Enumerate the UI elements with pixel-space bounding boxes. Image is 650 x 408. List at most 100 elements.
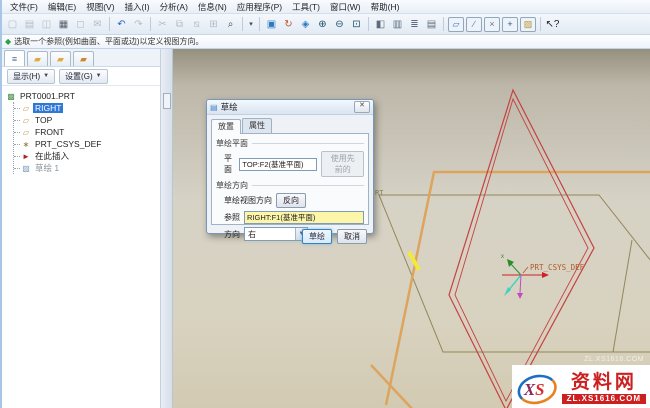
application-window: 文件(F)编辑(E)视图(V)插入(I)分析(A)信息(N)应用程序(P)工具(…	[0, 0, 650, 408]
paste-icon: ⧅	[189, 17, 204, 32]
tree-item[interactable]: ▨草绘 1	[14, 162, 160, 174]
watermark-logo-icon: XS	[516, 369, 558, 407]
menu-item[interactable]: 插入(I)	[120, 0, 155, 14]
watermark-url-small: ZL.XS1616.COM	[584, 356, 644, 363]
menu-item[interactable]: 工具(T)	[287, 0, 325, 14]
orientation-dropdown[interactable]: 右 ▼	[244, 227, 308, 241]
toolbar-separator	[540, 17, 541, 31]
message-prompt-bar: ◆ 选取一个参照(例如曲面、平面或边)以定义视图方向。	[2, 35, 650, 49]
print-preview-icon: ◻	[73, 17, 88, 32]
refit-icon[interactable]: ⊡	[349, 17, 364, 32]
datum-axes-toggle-icon[interactable]: ∕	[466, 17, 482, 32]
csys-toggle-icon[interactable]: +	[502, 17, 518, 32]
context-help-icon[interactable]: ↖?	[545, 17, 560, 32]
cut-icon: ✂	[155, 17, 170, 32]
tree-item[interactable]: ▱FRONT	[14, 126, 160, 138]
toolbar-separator	[109, 17, 110, 31]
send-mail-icon: ✉	[90, 17, 105, 32]
tree-item-label: TOP	[33, 115, 54, 125]
toolbar-separator	[150, 17, 151, 31]
close-icon[interactable]: ✕	[354, 101, 370, 113]
tree-item-label: PRT_CSYS_DEF	[33, 139, 103, 149]
tree-item[interactable]: ∗PRT_CSYS_DEF	[14, 138, 160, 150]
tree-item-label: PRT0001.PRT	[18, 91, 77, 101]
layers-icon[interactable]: ≣	[407, 17, 422, 32]
menu-item[interactable]: 编辑(E)	[43, 0, 81, 14]
svg-text:x: x	[501, 254, 504, 260]
sketch-icon: ▨	[21, 164, 31, 173]
tree-root-item[interactable]: ▩PRT0001.PRT	[6, 90, 160, 102]
watermark-badge: XS 资料网 ZL.XS1616.COM	[512, 365, 650, 408]
tree-item[interactable]: ▱TOP	[14, 114, 160, 126]
find-icon[interactable]: ⌕	[223, 17, 238, 32]
model-tree-tab[interactable]: ≡	[4, 50, 25, 66]
sketch-plane-group-label: 草绘平面	[216, 138, 364, 149]
splitter-handle-icon[interactable]	[163, 93, 171, 109]
datum-planes-toggle-icon[interactable]: ▱	[448, 17, 464, 32]
csys-icon: ∗	[21, 140, 31, 149]
watermark-url: ZL.XS1616.COM	[562, 394, 646, 404]
orientation-label: 方向	[224, 229, 240, 240]
menu-item[interactable]: 视图(V)	[81, 0, 119, 14]
datum-points-toggle-icon[interactable]: ×	[484, 17, 500, 32]
zoom-in-icon[interactable]: ⊕	[315, 17, 330, 32]
annotation-toggle-icon[interactable]: ▨	[520, 17, 536, 32]
sketch-plane-field[interactable]	[239, 158, 317, 171]
sketch-orientation-group-label: 草绘方向	[216, 180, 364, 191]
toolbar-separator	[259, 17, 260, 31]
repaint-icon[interactable]: ◧	[373, 17, 388, 32]
chevron-down-icon: ▼	[43, 73, 49, 79]
datum-plane-tag-partial: RT	[375, 189, 384, 197]
saved-views-icon[interactable]: ▥	[390, 17, 405, 32]
orient-mode-icon[interactable]: ◈	[298, 17, 313, 32]
folder-browser-tab[interactable]: ▰	[27, 51, 48, 66]
redraw-view-icon[interactable]: ▣	[264, 17, 279, 32]
tree-item[interactable]: ▱RIGHT	[14, 102, 160, 114]
insert-here-icon: ►	[21, 152, 31, 161]
reference-field[interactable]	[244, 211, 364, 224]
tree-settings-menu-button[interactable]: 设置(G) ▼	[59, 69, 108, 84]
flip-button[interactable]: 反向	[276, 193, 306, 208]
dropdown-arrow-icon[interactable]: ▾	[247, 17, 255, 32]
chevron-down-icon: ▼	[96, 73, 102, 79]
tree-item[interactable]: ►在此插入	[14, 150, 160, 162]
connections-tab[interactable]: ▰	[73, 51, 94, 66]
tree-item-label: RIGHT	[33, 103, 63, 113]
print-icon[interactable]: ▦	[56, 17, 71, 32]
toolbar-separator	[368, 17, 369, 31]
svg-text:XS: XS	[523, 380, 545, 399]
part-icon: ▩	[6, 92, 16, 101]
sketch-ok-button[interactable]: 草绘	[302, 229, 332, 244]
spin-center-icon[interactable]: ↻	[281, 17, 296, 32]
new-file-icon: ▢	[5, 17, 20, 32]
panel-splitter[interactable]	[161, 49, 173, 408]
dialog-icon: ▤	[210, 103, 218, 112]
navigator-panel: ≡▰▰▰ 显示(H) ▼ 设置(G) ▼ ▩PRT0001.PRT▱RIGHT▱…	[2, 49, 161, 408]
menu-item[interactable]: 应用程序(P)	[232, 0, 287, 14]
navigator-tab-strip: ≡▰▰▰	[2, 49, 160, 67]
undo-icon[interactable]: ↶	[114, 17, 129, 32]
menu-item[interactable]: 分析(A)	[155, 0, 193, 14]
save-icon: ◫	[39, 17, 54, 32]
datum-plane-icon: ▱	[21, 128, 31, 137]
tree-item-label: 草绘 1	[33, 162, 61, 174]
reference-label: 参照	[224, 212, 240, 223]
cancel-button[interactable]: 取消	[337, 229, 367, 244]
menu-item[interactable]: 信息(N)	[193, 0, 232, 14]
datum-plane-outline	[379, 195, 650, 261]
main-toolbar: ▢▤◫▦◻✉↶↷✂⧉⧅⊞⌕▾▣↻◈⊕⊖⊡◧▥≣▤▱∕×+▨↖?	[2, 14, 650, 35]
sketch-curve-outer	[449, 90, 594, 408]
zoom-out-icon[interactable]: ⊖	[332, 17, 347, 32]
tree-show-menu-button[interactable]: 显示(H) ▼	[7, 69, 55, 84]
menu-item[interactable]: 窗口(W)	[325, 0, 366, 14]
menu-item[interactable]: 文件(F)	[5, 0, 43, 14]
datum-plane-icon: ▱	[21, 116, 31, 125]
view-manager-icon[interactable]: ▤	[424, 17, 439, 32]
dialog-title: 草绘	[221, 101, 238, 113]
favorites-tab[interactable]: ▰	[50, 51, 71, 66]
tab-properties[interactable]: 属性	[242, 118, 272, 133]
dialog-title-bar[interactable]: ▤ 草绘 ✕	[207, 100, 373, 115]
toolbar-separator	[242, 17, 243, 31]
tab-placement[interactable]: 放置	[211, 119, 241, 134]
menu-item[interactable]: 帮助(H)	[366, 0, 405, 14]
